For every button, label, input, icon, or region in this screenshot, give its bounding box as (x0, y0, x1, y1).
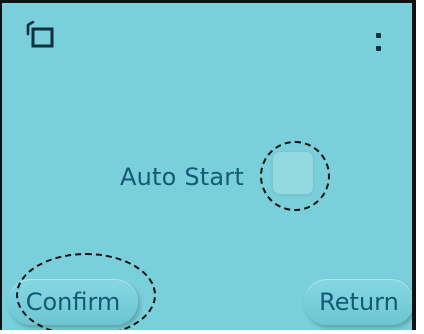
back-icon[interactable] (24, 20, 58, 51)
menu-dot (376, 46, 381, 51)
auto-start-checkbox[interactable] (272, 151, 314, 195)
return-button[interactable]: Return (304, 279, 412, 325)
confirm-button[interactable]: Confirm (8, 279, 138, 325)
menu-dot (376, 33, 381, 38)
more-vertical-icon[interactable] (370, 27, 388, 57)
app-screen: Auto Start Confirm Return (0, 0, 416, 330)
auto-start-label: Auto Start (120, 163, 244, 191)
